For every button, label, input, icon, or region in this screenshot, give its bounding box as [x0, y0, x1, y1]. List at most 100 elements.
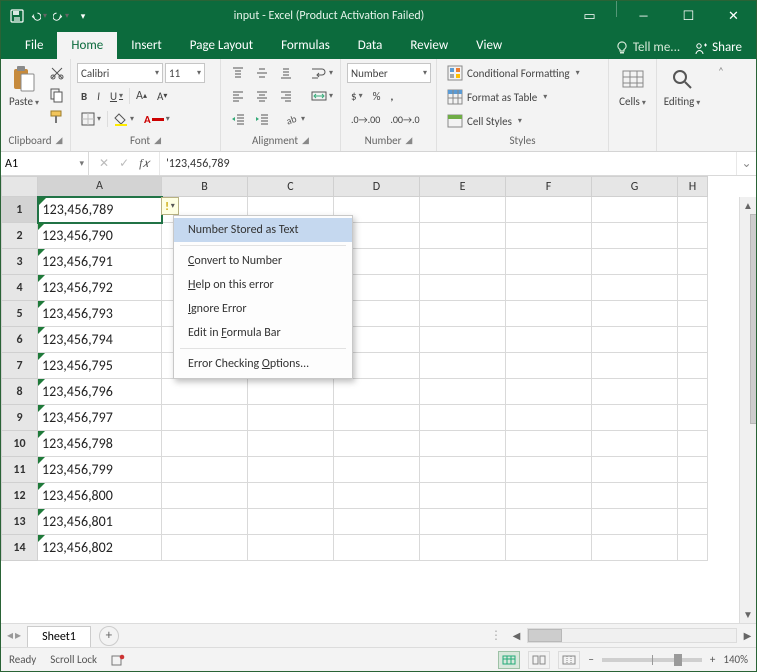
tab-review[interactable]: Review: [396, 32, 462, 59]
cell-empty[interactable]: [506, 483, 592, 509]
cell-A5[interactable]: 123,456,793: [38, 301, 162, 327]
tab-insert[interactable]: Insert: [117, 32, 176, 59]
format-painter-icon[interactable]: [45, 107, 69, 127]
decrease-font-icon[interactable]: A▾: [153, 86, 171, 106]
number-dialog-launcher[interactable]: ◢: [405, 135, 412, 146]
fill-color-icon[interactable]: [110, 109, 138, 129]
decrease-decimal-icon[interactable]: .00→.0: [386, 109, 423, 129]
increase-decimal-icon[interactable]: .0→.00: [347, 109, 384, 129]
cell-empty[interactable]: [420, 327, 506, 353]
cell-A1[interactable]: 123,456,789: [38, 197, 162, 223]
increase-font-icon[interactable]: A▴: [132, 86, 151, 106]
percent-format-icon[interactable]: %: [369, 86, 385, 106]
cell-empty[interactable]: [420, 457, 506, 483]
cell-empty[interactable]: [592, 405, 678, 431]
zoom-level[interactable]: 140%: [723, 653, 748, 666]
cancel-formula-icon[interactable]: ✕: [99, 156, 109, 171]
cell-empty[interactable]: [678, 327, 708, 353]
tab-data[interactable]: Data: [344, 32, 397, 59]
new-sheet-button[interactable]: +: [99, 626, 119, 646]
share-button[interactable]: Share: [686, 36, 750, 59]
select-all-corner[interactable]: [2, 177, 38, 197]
cell-A12[interactable]: 123,456,800: [38, 483, 162, 509]
cell-empty[interactable]: [248, 379, 334, 405]
align-right-icon[interactable]: [275, 86, 297, 106]
editing-button[interactable]: Editing: [663, 63, 701, 108]
font-dialog-launcher[interactable]: ◢: [154, 135, 161, 146]
view-page-layout-icon[interactable]: [528, 651, 550, 669]
cell-empty[interactable]: [678, 535, 708, 561]
sheet-nav-prev-icon[interactable]: ◂: [7, 628, 13, 643]
cells-button[interactable]: Cells: [615, 63, 650, 108]
cell-empty[interactable]: [678, 301, 708, 327]
cell-empty[interactable]: [678, 275, 708, 301]
tab-home[interactable]: Home: [57, 32, 117, 59]
cell-empty[interactable]: [506, 301, 592, 327]
increase-indent-icon[interactable]: [251, 109, 273, 129]
ctx-convert-to-number[interactable]: Convert to Number: [174, 249, 352, 273]
cell-empty[interactable]: [592, 431, 678, 457]
cell-A2[interactable]: 123,456,790: [38, 223, 162, 249]
font-color-icon[interactable]: A: [140, 109, 174, 129]
borders-icon[interactable]: [77, 109, 105, 129]
collapse-ribbon-icon[interactable]: ˄: [711, 59, 731, 151]
cell-empty[interactable]: [162, 509, 248, 535]
cell-empty[interactable]: [506, 197, 592, 223]
cell-empty[interactable]: [592, 249, 678, 275]
cell-empty[interactable]: [420, 379, 506, 405]
maximize-button[interactable]: ☐: [666, 1, 711, 31]
font-size-select[interactable]: 11▾: [165, 63, 205, 83]
cell-empty[interactable]: [506, 353, 592, 379]
copy-icon[interactable]: [45, 85, 69, 105]
cell-empty[interactable]: [334, 379, 420, 405]
col-header-H[interactable]: H: [678, 177, 708, 197]
conditional-formatting-button[interactable]: Conditional Formatting: [443, 63, 602, 83]
scroll-right-icon[interactable]: ▶: [739, 627, 756, 644]
cell-empty[interactable]: [592, 483, 678, 509]
cell-empty[interactable]: [420, 301, 506, 327]
ctx-ignore-error[interactable]: Ignore Error: [174, 297, 352, 321]
cell-empty[interactable]: [334, 405, 420, 431]
cell-empty[interactable]: [506, 249, 592, 275]
cell-empty[interactable]: [420, 405, 506, 431]
cell-A4[interactable]: 123,456,792: [38, 275, 162, 301]
align-bottom-icon[interactable]: [275, 63, 297, 83]
cell-empty[interactable]: [334, 457, 420, 483]
cell-empty[interactable]: [248, 457, 334, 483]
insert-function-icon[interactable]: f𝑥: [139, 156, 149, 171]
name-box[interactable]: A1▾: [1, 152, 89, 175]
cell-empty[interactable]: [592, 379, 678, 405]
cell-styles-button[interactable]: Cell Styles: [443, 111, 602, 131]
align-center-icon[interactable]: [251, 86, 273, 106]
cell-empty[interactable]: [678, 457, 708, 483]
close-button[interactable]: ✕: [711, 1, 756, 31]
row-header-10[interactable]: 10: [2, 431, 38, 457]
cell-empty[interactable]: [248, 405, 334, 431]
cell-empty[interactable]: [334, 483, 420, 509]
cell-empty[interactable]: [162, 379, 248, 405]
cell-empty[interactable]: [162, 535, 248, 561]
ctx-edit-formula-bar[interactable]: Edit in Formula Bar: [174, 321, 352, 345]
cell-empty[interactable]: [420, 353, 506, 379]
formula-bar[interactable]: '123,456,789: [160, 152, 736, 175]
scroll-down-icon[interactable]: ▼: [740, 606, 756, 623]
cell-A11[interactable]: 123,456,799: [38, 457, 162, 483]
sheet-tab-sheet1[interactable]: Sheet1: [27, 626, 91, 647]
cell-empty[interactable]: [506, 535, 592, 561]
cell-empty[interactable]: [420, 535, 506, 561]
cell-empty[interactable]: [678, 509, 708, 535]
cell-empty[interactable]: [678, 197, 708, 223]
expand-formula-bar-icon[interactable]: ⌄: [736, 152, 756, 175]
wrap-text-icon[interactable]: [307, 63, 337, 83]
col-header-E[interactable]: E: [420, 177, 506, 197]
row-header-5[interactable]: 5: [2, 301, 38, 327]
cell-empty[interactable]: [420, 431, 506, 457]
cell-empty[interactable]: [420, 197, 506, 223]
bold-button[interactable]: B: [77, 86, 91, 106]
row-header-9[interactable]: 9: [2, 405, 38, 431]
cell-empty[interactable]: [506, 509, 592, 535]
undo-icon[interactable]: [31, 8, 47, 24]
italic-button[interactable]: I: [93, 86, 104, 106]
cell-empty[interactable]: [506, 223, 592, 249]
row-header-12[interactable]: 12: [2, 483, 38, 509]
